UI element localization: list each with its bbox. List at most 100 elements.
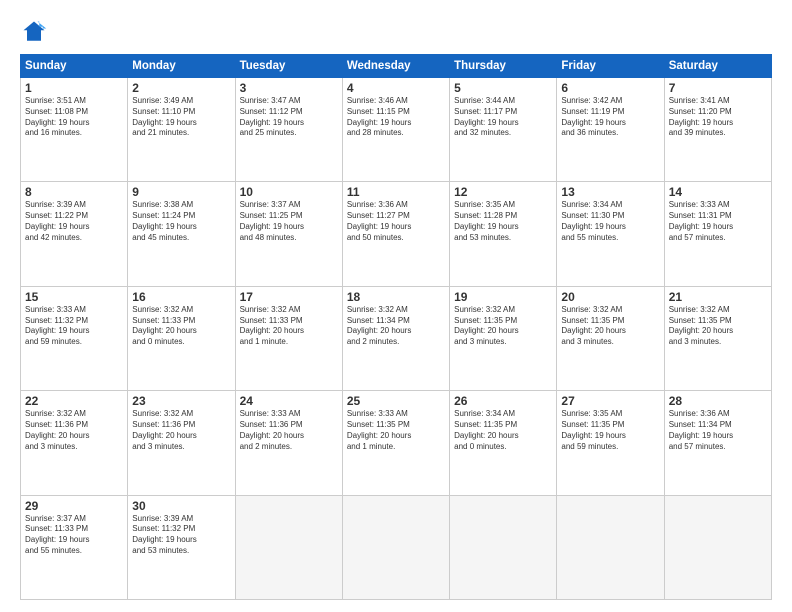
col-header-thursday: Thursday	[450, 55, 557, 78]
day-info: Sunrise: 3:32 AM Sunset: 11:35 PM Daylig…	[561, 305, 659, 348]
day-info: Sunrise: 3:33 AM Sunset: 11:32 PM Daylig…	[25, 305, 123, 348]
week-row-1: 1Sunrise: 3:51 AM Sunset: 11:08 PM Dayli…	[21, 78, 772, 182]
day-info: Sunrise: 3:51 AM Sunset: 11:08 PM Daylig…	[25, 96, 123, 139]
day-cell: 12Sunrise: 3:35 AM Sunset: 11:28 PM Dayl…	[450, 182, 557, 286]
day-number: 14	[669, 185, 767, 199]
day-cell: 10Sunrise: 3:37 AM Sunset: 11:25 PM Dayl…	[235, 182, 342, 286]
calendar-table: SundayMondayTuesdayWednesdayThursdayFrid…	[20, 54, 772, 600]
week-row-2: 8Sunrise: 3:39 AM Sunset: 11:22 PM Dayli…	[21, 182, 772, 286]
day-cell: 4Sunrise: 3:46 AM Sunset: 11:15 PM Dayli…	[342, 78, 449, 182]
day-number: 16	[132, 290, 230, 304]
logo	[20, 18, 52, 46]
day-number: 21	[669, 290, 767, 304]
day-info: Sunrise: 3:41 AM Sunset: 11:20 PM Daylig…	[669, 96, 767, 139]
day-cell: 9Sunrise: 3:38 AM Sunset: 11:24 PM Dayli…	[128, 182, 235, 286]
day-info: Sunrise: 3:42 AM Sunset: 11:19 PM Daylig…	[561, 96, 659, 139]
calendar-body: 1Sunrise: 3:51 AM Sunset: 11:08 PM Dayli…	[21, 78, 772, 600]
day-cell	[664, 495, 771, 599]
day-cell: 2Sunrise: 3:49 AM Sunset: 11:10 PM Dayli…	[128, 78, 235, 182]
day-cell: 20Sunrise: 3:32 AM Sunset: 11:35 PM Dayl…	[557, 286, 664, 390]
day-info: Sunrise: 3:33 AM Sunset: 11:31 PM Daylig…	[669, 200, 767, 243]
day-info: Sunrise: 3:44 AM Sunset: 11:17 PM Daylig…	[454, 96, 552, 139]
day-info: Sunrise: 3:32 AM Sunset: 11:35 PM Daylig…	[454, 305, 552, 348]
day-number: 18	[347, 290, 445, 304]
day-number: 28	[669, 394, 767, 408]
week-row-4: 22Sunrise: 3:32 AM Sunset: 11:36 PM Dayl…	[21, 391, 772, 495]
day-info: Sunrise: 3:33 AM Sunset: 11:35 PM Daylig…	[347, 409, 445, 452]
day-info: Sunrise: 3:36 AM Sunset: 11:34 PM Daylig…	[669, 409, 767, 452]
day-number: 23	[132, 394, 230, 408]
day-cell: 23Sunrise: 3:32 AM Sunset: 11:36 PM Dayl…	[128, 391, 235, 495]
day-number: 15	[25, 290, 123, 304]
day-cell: 11Sunrise: 3:36 AM Sunset: 11:27 PM Dayl…	[342, 182, 449, 286]
day-info: Sunrise: 3:37 AM Sunset: 11:25 PM Daylig…	[240, 200, 338, 243]
day-info: Sunrise: 3:49 AM Sunset: 11:10 PM Daylig…	[132, 96, 230, 139]
day-info: Sunrise: 3:32 AM Sunset: 11:35 PM Daylig…	[669, 305, 767, 348]
week-row-5: 29Sunrise: 3:37 AM Sunset: 11:33 PM Dayl…	[21, 495, 772, 599]
day-number: 5	[454, 81, 552, 95]
day-number: 10	[240, 185, 338, 199]
day-number: 30	[132, 499, 230, 513]
day-info: Sunrise: 3:35 AM Sunset: 11:28 PM Daylig…	[454, 200, 552, 243]
day-cell: 19Sunrise: 3:32 AM Sunset: 11:35 PM Dayl…	[450, 286, 557, 390]
day-info: Sunrise: 3:35 AM Sunset: 11:35 PM Daylig…	[561, 409, 659, 452]
day-cell: 5Sunrise: 3:44 AM Sunset: 11:17 PM Dayli…	[450, 78, 557, 182]
day-number: 25	[347, 394, 445, 408]
logo-icon	[20, 18, 48, 46]
day-number: 6	[561, 81, 659, 95]
day-cell: 8Sunrise: 3:39 AM Sunset: 11:22 PM Dayli…	[21, 182, 128, 286]
day-number: 9	[132, 185, 230, 199]
day-cell: 14Sunrise: 3:33 AM Sunset: 11:31 PM Dayl…	[664, 182, 771, 286]
week-row-3: 15Sunrise: 3:33 AM Sunset: 11:32 PM Dayl…	[21, 286, 772, 390]
day-info: Sunrise: 3:38 AM Sunset: 11:24 PM Daylig…	[132, 200, 230, 243]
day-cell: 15Sunrise: 3:33 AM Sunset: 11:32 PM Dayl…	[21, 286, 128, 390]
day-cell: 13Sunrise: 3:34 AM Sunset: 11:30 PM Dayl…	[557, 182, 664, 286]
day-cell: 24Sunrise: 3:33 AM Sunset: 11:36 PM Dayl…	[235, 391, 342, 495]
day-info: Sunrise: 3:32 AM Sunset: 11:36 PM Daylig…	[132, 409, 230, 452]
day-number: 29	[25, 499, 123, 513]
day-cell: 7Sunrise: 3:41 AM Sunset: 11:20 PM Dayli…	[664, 78, 771, 182]
day-info: Sunrise: 3:34 AM Sunset: 11:30 PM Daylig…	[561, 200, 659, 243]
day-info: Sunrise: 3:37 AM Sunset: 11:33 PM Daylig…	[25, 514, 123, 557]
day-cell: 27Sunrise: 3:35 AM Sunset: 11:35 PM Dayl…	[557, 391, 664, 495]
day-number: 13	[561, 185, 659, 199]
day-cell: 21Sunrise: 3:32 AM Sunset: 11:35 PM Dayl…	[664, 286, 771, 390]
day-info: Sunrise: 3:39 AM Sunset: 11:22 PM Daylig…	[25, 200, 123, 243]
day-cell: 6Sunrise: 3:42 AM Sunset: 11:19 PM Dayli…	[557, 78, 664, 182]
day-info: Sunrise: 3:36 AM Sunset: 11:27 PM Daylig…	[347, 200, 445, 243]
day-number: 7	[669, 81, 767, 95]
day-cell: 18Sunrise: 3:32 AM Sunset: 11:34 PM Dayl…	[342, 286, 449, 390]
day-number: 20	[561, 290, 659, 304]
page: SundayMondayTuesdayWednesdayThursdayFrid…	[0, 0, 792, 612]
day-info: Sunrise: 3:32 AM Sunset: 11:36 PM Daylig…	[25, 409, 123, 452]
header	[20, 18, 772, 46]
day-cell	[450, 495, 557, 599]
day-number: 3	[240, 81, 338, 95]
day-cell: 16Sunrise: 3:32 AM Sunset: 11:33 PM Dayl…	[128, 286, 235, 390]
day-number: 19	[454, 290, 552, 304]
col-header-sunday: Sunday	[21, 55, 128, 78]
day-cell: 25Sunrise: 3:33 AM Sunset: 11:35 PM Dayl…	[342, 391, 449, 495]
col-header-saturday: Saturday	[664, 55, 771, 78]
day-info: Sunrise: 3:46 AM Sunset: 11:15 PM Daylig…	[347, 96, 445, 139]
day-number: 1	[25, 81, 123, 95]
day-cell: 22Sunrise: 3:32 AM Sunset: 11:36 PM Dayl…	[21, 391, 128, 495]
header-row: SundayMondayTuesdayWednesdayThursdayFrid…	[21, 55, 772, 78]
day-number: 27	[561, 394, 659, 408]
day-cell: 17Sunrise: 3:32 AM Sunset: 11:33 PM Dayl…	[235, 286, 342, 390]
day-info: Sunrise: 3:32 AM Sunset: 11:34 PM Daylig…	[347, 305, 445, 348]
day-cell	[342, 495, 449, 599]
col-header-monday: Monday	[128, 55, 235, 78]
day-cell: 26Sunrise: 3:34 AM Sunset: 11:35 PM Dayl…	[450, 391, 557, 495]
day-cell: 28Sunrise: 3:36 AM Sunset: 11:34 PM Dayl…	[664, 391, 771, 495]
day-number: 8	[25, 185, 123, 199]
day-number: 22	[25, 394, 123, 408]
day-cell: 1Sunrise: 3:51 AM Sunset: 11:08 PM Dayli…	[21, 78, 128, 182]
day-cell: 3Sunrise: 3:47 AM Sunset: 11:12 PM Dayli…	[235, 78, 342, 182]
day-number: 24	[240, 394, 338, 408]
day-number: 2	[132, 81, 230, 95]
day-cell: 29Sunrise: 3:37 AM Sunset: 11:33 PM Dayl…	[21, 495, 128, 599]
day-info: Sunrise: 3:47 AM Sunset: 11:12 PM Daylig…	[240, 96, 338, 139]
day-info: Sunrise: 3:32 AM Sunset: 11:33 PM Daylig…	[132, 305, 230, 348]
col-header-tuesday: Tuesday	[235, 55, 342, 78]
